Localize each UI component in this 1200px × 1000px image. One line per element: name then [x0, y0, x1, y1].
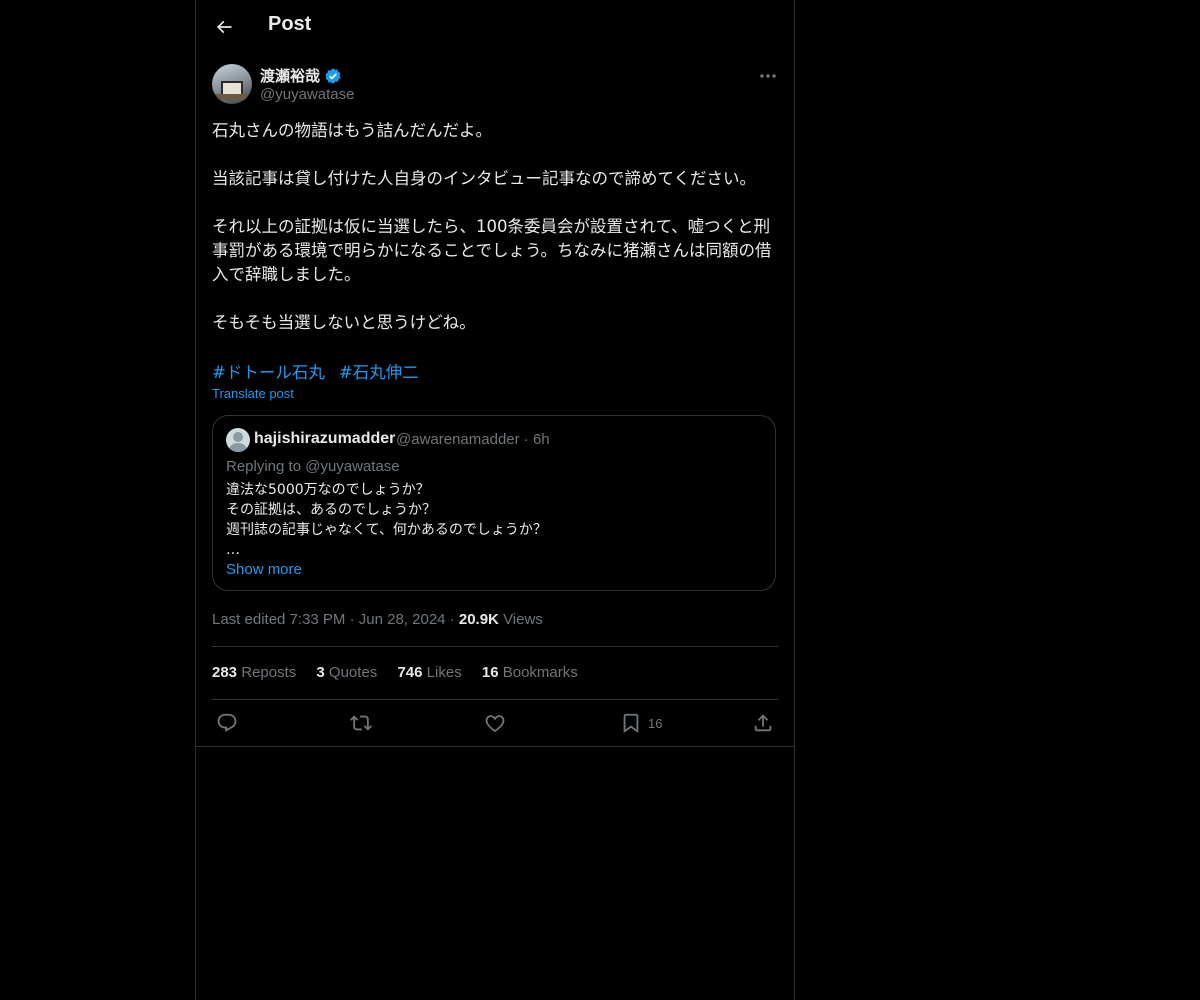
- more-button[interactable]: [758, 66, 778, 86]
- repost-button[interactable]: [350, 711, 372, 735]
- likes-count: 746: [397, 664, 423, 681]
- post-text: 石丸さんの物語はもう詰んだんだよ。 当該記事は貸し付けた人自身のインタビュー記事…: [212, 121, 772, 332]
- likes-stat[interactable]: 746 Likes: [397, 664, 461, 681]
- post-meta: Last edited 7:33 PM · Jun 28, 2024 · 20.…: [212, 611, 543, 628]
- divider: [212, 699, 778, 700]
- verified-badge-icon: [325, 68, 341, 84]
- quoted-avatar[interactable]: [226, 428, 250, 452]
- hashtags: #ドトール石丸 #石丸伸二: [212, 359, 433, 383]
- arrow-left-icon: [216, 20, 232, 34]
- page-header: Post: [196, 0, 794, 54]
- likes-label: Likes: [426, 664, 462, 681]
- heart-icon: [485, 715, 505, 733]
- post-date[interactable]: Jun 28, 2024: [359, 611, 446, 628]
- hashtag-link[interactable]: #石丸伸二: [339, 363, 419, 382]
- default-avatar-head: [233, 432, 243, 442]
- divider: [196, 746, 794, 747]
- reposts-stat[interactable]: 283 Reposts: [212, 664, 296, 681]
- author-name[interactable]: 渡瀬裕哉: [260, 65, 320, 86]
- quotes-stat[interactable]: 3 Quotes: [316, 664, 377, 681]
- quotes-label: Quotes: [328, 664, 378, 681]
- bookmark-icon: [623, 713, 639, 734]
- author-handle[interactable]: @yuyawatase: [260, 86, 354, 103]
- quoted-author-meta: @awarenamadder · 6h: [396, 431, 550, 448]
- like-button[interactable]: [484, 711, 506, 735]
- reposts-label: Reposts: [241, 664, 297, 681]
- default-avatar-body: [229, 443, 247, 452]
- share-icon: [754, 714, 772, 732]
- bookmark-button[interactable]: 16: [620, 711, 662, 735]
- avatar[interactable]: [212, 64, 252, 104]
- views-count: 20.9K: [458, 611, 499, 628]
- repost-icon: [350, 715, 372, 731]
- main-column: Post 渡瀬裕哉 @yuyawatase 石丸さんの物語はもう詰んだんだよ。 …: [195, 0, 795, 1000]
- replying-to: Replying to @yuyawatase: [226, 458, 400, 475]
- edited-time[interactable]: Last edited 7:33 PM: [212, 611, 345, 628]
- quoted-post[interactable]: hajishirazumadder @awarenamadder · 6h Re…: [212, 415, 776, 591]
- divider: [212, 646, 778, 647]
- bookmarks-count: 16: [481, 664, 499, 681]
- avatar-ground: [215, 94, 249, 100]
- reply-icon: [217, 713, 237, 732]
- views-label: Views: [503, 611, 543, 628]
- meta-separator: ·: [449, 611, 459, 628]
- show-more-link[interactable]: Show more: [226, 561, 302, 578]
- reposts-count: 283: [212, 664, 238, 681]
- share-button[interactable]: [752, 711, 774, 735]
- bookmarks-stat[interactable]: 16 Bookmarks: [482, 664, 578, 681]
- engagement-stats: 283 Reposts 3 Quotes 746 Likes 16 Bookma…: [212, 664, 594, 681]
- translate-post-link[interactable]: Translate post: [212, 386, 294, 401]
- quoted-text: 違法な5000万なのでしょうか？ その証拠は、あるのでしょうか？ 週刊誌の記事じ…: [226, 482, 547, 558]
- reply-button[interactable]: [216, 711, 238, 735]
- page-title: Post: [268, 13, 312, 35]
- bookmark-count: 16: [648, 715, 663, 731]
- quotes-count: 3: [316, 664, 325, 681]
- quoted-author-name[interactable]: hajishirazumadder: [254, 430, 395, 448]
- more-icon: [760, 74, 776, 78]
- back-button[interactable]: [210, 13, 238, 41]
- meta-separator: ·: [349, 611, 359, 628]
- hashtag-link[interactable]: #ドトール石丸: [212, 363, 325, 382]
- bookmarks-label: Bookmarks: [502, 664, 578, 681]
